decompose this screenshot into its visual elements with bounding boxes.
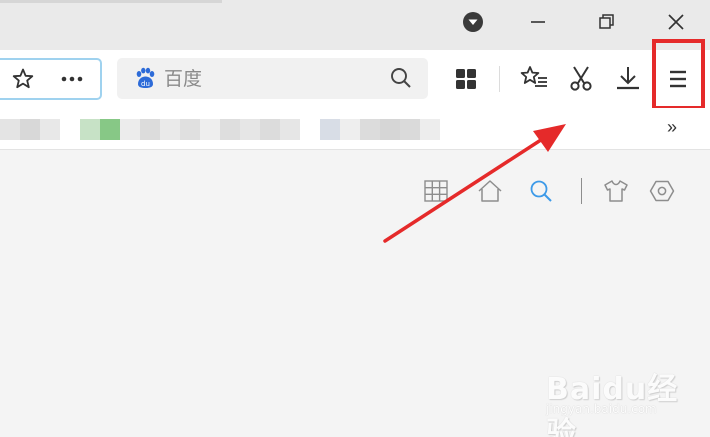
blurred-bookmark[interactable] [320,119,340,140]
blurred-bookmark[interactable] [100,119,120,140]
search-placeholder: 百度 [164,68,203,90]
restore-icon[interactable] [592,8,622,36]
blurred-bookmark[interactable] [280,119,300,140]
blurred-bookmark[interactable] [20,119,40,140]
more-dots-icon[interactable] [58,66,86,92]
blurred-bookmark[interactable] [200,119,220,140]
blurred-bookmark[interactable] [180,119,200,140]
grid-apps-icon[interactable] [453,66,479,92]
close-icon[interactable] [661,8,691,36]
download-icon[interactable] [614,64,642,92]
blurred-bookmark[interactable] [220,119,240,140]
content-toolbar-divider [581,178,582,204]
blurred-bookmark[interactable] [380,119,400,140]
shirt-skin-icon[interactable] [602,178,630,204]
scissors-icon[interactable] [567,64,595,92]
blurred-bookmark[interactable] [80,119,100,140]
search-icon[interactable] [528,178,554,204]
magnifier-icon[interactable] [388,65,414,91]
bookmarks-overflow-button[interactable]: » [667,117,677,138]
blurred-bookmark[interactable] [340,119,360,140]
favorites-list-icon[interactable] [519,64,549,92]
blurred-bookmark[interactable] [160,119,180,140]
settings-hex-icon[interactable] [648,178,676,204]
blurred-bookmark[interactable] [120,119,140,140]
toolbar-divider [499,66,500,92]
watermark-logo: Baidu经验 [546,372,679,437]
blurred-bookmark[interactable] [400,119,420,140]
svg-text:du: du [141,80,150,88]
blurred-bookmark[interactable] [360,119,380,140]
baidu-jingyan-watermark: Baidu经验 jingyan.baidu.com [538,362,708,437]
star-icon[interactable] [10,66,36,92]
home-icon[interactable] [476,178,504,204]
blurred-bookmark[interactable] [420,119,440,140]
blurred-bookmark[interactable] [260,119,280,140]
grid-icon[interactable] [423,178,449,204]
baidu-paw-icon: du [133,66,157,90]
menu-highlight-box [652,39,705,110]
circle-down-icon[interactable] [458,8,488,36]
minimize-icon[interactable] [523,8,553,36]
blurred-bookmark[interactable] [140,119,160,140]
watermark-url: jingyan.baidu.com [546,402,657,416]
title-tab-shadow [0,0,222,3]
blurred-bookmark[interactable] [40,119,60,140]
blurred-bookmark[interactable] [0,119,20,140]
blurred-bookmark[interactable] [240,119,260,140]
